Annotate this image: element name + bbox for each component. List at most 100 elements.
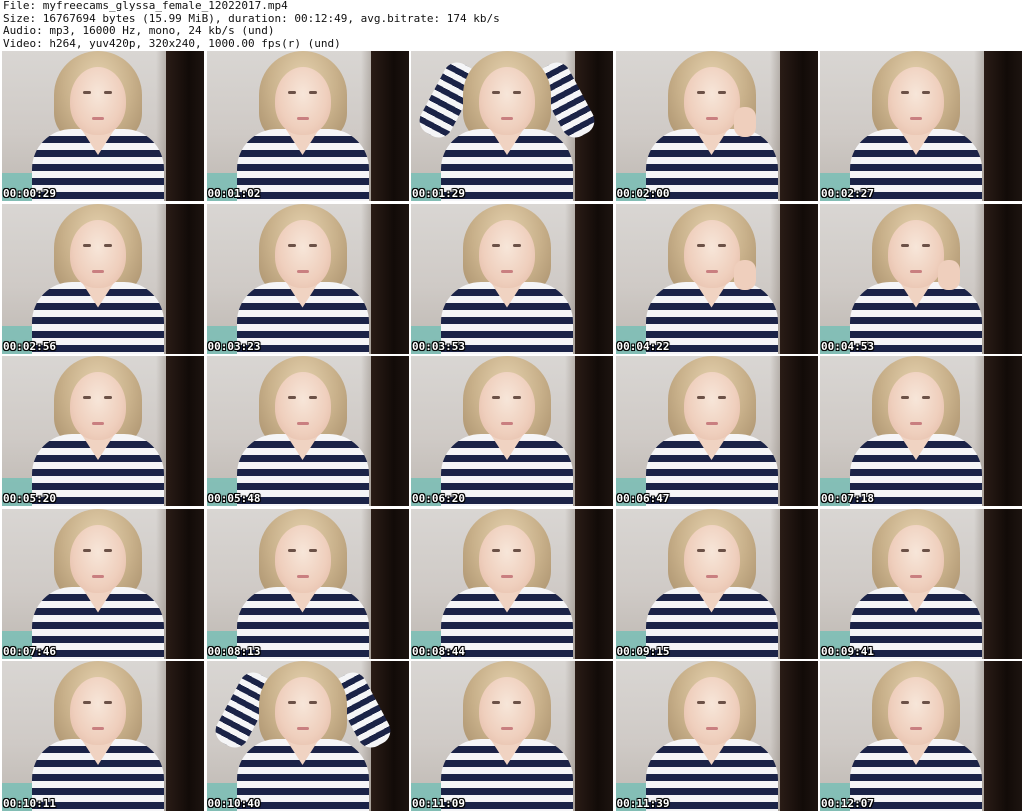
mouth [501, 269, 513, 273]
video-thumbnail[interactable]: 00:00:29 [2, 51, 204, 201]
eye-left [492, 243, 500, 247]
mouth [296, 574, 309, 578]
video-thumbnail[interactable]: 00:01:02 [206, 51, 409, 201]
video-thumbnail[interactable]: 00:04:53 [820, 203, 1022, 354]
background-door [575, 661, 613, 811]
thumbnail-timestamp: 00:07:18 [821, 492, 874, 505]
video-thumbnail[interactable]: 00:07:18 [820, 356, 1022, 506]
video-thumbnail[interactable]: 00:08:13 [206, 508, 409, 659]
video-thumbnail[interactable]: 00:09:15 [615, 508, 818, 659]
thumbnail-timestamp: 00:04:22 [616, 339, 670, 353]
video-thumbnail[interactable]: 00:10:11 [2, 661, 204, 811]
eye-right [513, 243, 521, 247]
eye-right [513, 91, 521, 94]
mouth [92, 727, 104, 730]
video-thumbnail[interactable]: 00:01:29 [411, 51, 613, 201]
video-thumbnail[interactable]: 00:05:20 [2, 356, 204, 506]
video-thumbnail[interactable]: 00:11:39 [615, 661, 818, 811]
eye-right [308, 396, 317, 399]
video-thumbnail[interactable]: 00:03:23 [206, 203, 409, 354]
background-door [779, 356, 818, 506]
video-thumbnail[interactable]: 00:06:20 [411, 356, 613, 506]
video-thumbnail[interactable]: 00:12:07 [820, 661, 1022, 811]
thumbnail-timestamp: 00:01:02 [207, 187, 261, 200]
video-thumbnail[interactable]: 00:02:00 [615, 51, 818, 201]
eye-left [901, 701, 909, 704]
person-figure [645, 661, 778, 811]
face [274, 67, 331, 135]
eye-left [696, 396, 705, 399]
eye-right [308, 701, 317, 704]
face [479, 677, 535, 745]
eye-left [83, 243, 91, 247]
video-thumbnail[interactable]: 00:02:56 [2, 203, 204, 354]
background-door [370, 508, 409, 659]
video-thumbnail[interactable]: 00:02:27 [820, 51, 1022, 201]
eye-left [492, 701, 500, 704]
face [683, 219, 740, 288]
thumbnail-grid: 00:00:29 00:01:02 00:01:29 00:02:00 00:02:27… [2, 51, 1022, 811]
eye-left [901, 91, 909, 94]
eye-right [513, 701, 521, 704]
background-door [370, 203, 409, 354]
thumbnail-timestamp: 00:04:53 [821, 339, 874, 353]
video-thumbnail[interactable]: 00:10:40 [206, 661, 409, 811]
mouth [296, 117, 309, 120]
thumbnail-timestamp: 00:06:20 [412, 492, 465, 505]
video-thumbnail[interactable]: 00:06:47 [615, 356, 818, 506]
face [274, 372, 331, 440]
background-door [575, 356, 613, 506]
face [70, 67, 126, 135]
eye-right [922, 91, 930, 94]
person-figure [441, 356, 573, 506]
eye-left [696, 243, 705, 247]
thumbnail-timestamp: 00:11:39 [616, 797, 670, 810]
person-figure [645, 356, 778, 506]
eye-right [513, 548, 521, 552]
hand-near-face [733, 259, 756, 290]
video-thumbnail[interactable]: 00:04:22 [615, 203, 818, 354]
thumbnail-timestamp: 00:09:41 [821, 644, 874, 658]
person-figure [850, 508, 982, 659]
thumbnail-timestamp: 00:07:46 [3, 644, 56, 658]
thumbnail-timestamp: 00:02:27 [821, 187, 874, 200]
hand-near-face [733, 107, 756, 137]
thumbnail-timestamp: 00:08:13 [207, 644, 261, 658]
mouth [92, 574, 104, 578]
person-figure [32, 51, 164, 201]
mouth [92, 269, 104, 273]
background-door [984, 51, 1022, 201]
background-door [575, 203, 613, 354]
eye-left [83, 701, 91, 704]
video-thumbnail[interactable]: 00:07:46 [2, 508, 204, 659]
thumbnail-timestamp: 00:01:29 [412, 187, 465, 200]
video-thumbnail[interactable]: 00:08:44 [411, 508, 613, 659]
eye-left [287, 243, 296, 247]
background-door [166, 51, 204, 201]
eye-left [492, 91, 500, 94]
mouth [705, 727, 718, 730]
person-figure [850, 203, 982, 354]
eye-right [104, 396, 112, 399]
mouth [501, 117, 513, 120]
face [683, 677, 740, 745]
eye-left [492, 548, 500, 552]
person-figure [850, 661, 982, 811]
person-figure [645, 51, 778, 201]
face [274, 524, 331, 593]
eye-right [922, 548, 930, 552]
video-thumbnail[interactable]: 00:11:09 [411, 661, 613, 811]
video-thumbnail[interactable]: 00:03:53 [411, 203, 613, 354]
eye-left [696, 701, 705, 704]
face [479, 219, 535, 288]
eye-right [717, 91, 726, 94]
video-thumbnail[interactable]: 00:05:48 [206, 356, 409, 506]
mouth [705, 574, 718, 578]
face [70, 219, 126, 288]
background-door [779, 661, 818, 811]
eye-right [104, 701, 112, 704]
eye-right [308, 91, 317, 94]
video-thumbnail[interactable]: 00:09:41 [820, 508, 1022, 659]
mouth [501, 422, 513, 425]
background-door [166, 508, 204, 659]
